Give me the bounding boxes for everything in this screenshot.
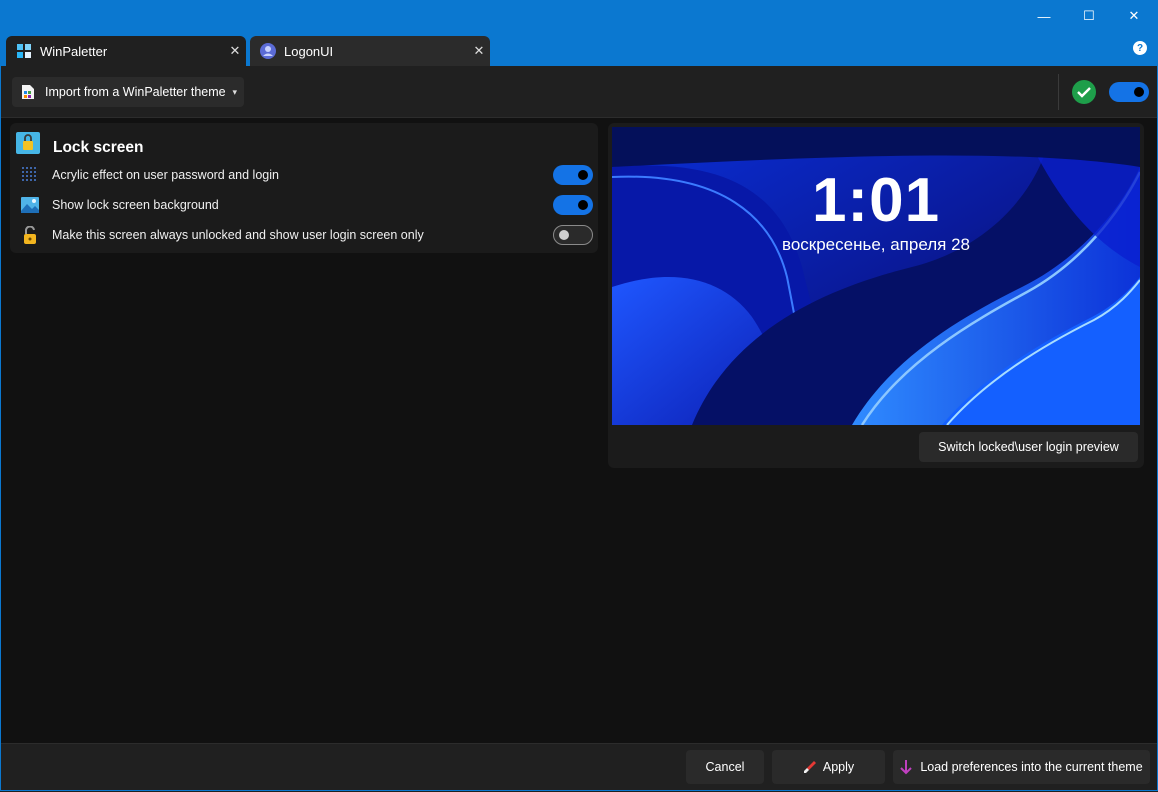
footer-bar: Cancel Apply Load preferences into the c… bbox=[0, 743, 1158, 792]
tab-logonui[interactable]: LogonUI ✕ bbox=[250, 36, 490, 66]
unlocked-padlock-icon bbox=[24, 226, 36, 244]
import-label: Import from a WinPaletter theme bbox=[45, 85, 226, 99]
apply-label: Apply bbox=[822, 760, 855, 774]
tab-label: WinPaletter bbox=[40, 43, 108, 59]
option-label: Show lock screen background bbox=[52, 198, 219, 212]
tab-winpaletter[interactable]: WinPaletter ✕ bbox=[6, 36, 246, 66]
brush-icon bbox=[803, 761, 816, 773]
maximize-button[interactable]: ☐ bbox=[1066, 4, 1112, 28]
option-label: Make this screen always unlocked and sho… bbox=[52, 228, 424, 242]
lock-screen-icon bbox=[16, 132, 40, 154]
option-row-unlocked: Make this screen always unlocked and sho… bbox=[10, 221, 598, 249]
switch-preview-button[interactable]: Switch locked\user login preview bbox=[919, 432, 1138, 462]
apply-button[interactable]: Apply bbox=[772, 750, 885, 784]
background-toggle[interactable] bbox=[553, 195, 593, 215]
unlocked-toggle[interactable] bbox=[553, 225, 593, 245]
minimize-icon: — bbox=[1037, 8, 1051, 24]
option-label: Acrylic effect on user password and logi… bbox=[52, 168, 279, 182]
tab-close-icon[interactable]: ✕ bbox=[468, 43, 490, 59]
check-icon bbox=[1072, 80, 1096, 104]
toolbar-divider bbox=[1058, 74, 1059, 110]
enable-toggle[interactable] bbox=[1109, 82, 1149, 102]
arrow-down-icon bbox=[900, 760, 913, 775]
tab-close-icon[interactable]: ✕ bbox=[224, 43, 246, 59]
lock-screen-preview: 1:01 воскресенье, апреля 28 bbox=[612, 127, 1140, 425]
user-icon bbox=[260, 43, 276, 59]
image-icon bbox=[21, 197, 39, 213]
option-row-acrylic: Acrylic effect on user password and logi… bbox=[10, 161, 598, 189]
cancel-label: Cancel bbox=[705, 760, 745, 774]
minimize-button[interactable]: — bbox=[1021, 4, 1067, 28]
acrylic-toggle[interactable] bbox=[553, 165, 593, 185]
cancel-button[interactable]: Cancel bbox=[686, 750, 764, 784]
preview-clock: 1:01 bbox=[811, 166, 941, 235]
close-window-button[interactable]: ✕ bbox=[1111, 4, 1157, 28]
lock-screen-card: Lock screen Acrylic effect on user passw… bbox=[10, 123, 598, 253]
card-title: Lock screen bbox=[53, 139, 144, 156]
acrylic-dots-icon bbox=[22, 167, 36, 181]
title-bar: — ☐ ✕ WinPaletter ✕ LogonUI ✕ ? bbox=[0, 0, 1158, 66]
winpaletter-icon bbox=[17, 44, 31, 58]
toolbar: Import from a WinPaletter theme ▾ bbox=[0, 66, 1158, 118]
document-icon bbox=[22, 85, 34, 99]
import-theme-button[interactable]: Import from a WinPaletter theme ▾ bbox=[12, 77, 244, 107]
option-row-background: Show lock screen background bbox=[10, 191, 598, 219]
main-content: Lock screen Acrylic effect on user passw… bbox=[0, 118, 1158, 743]
help-icon[interactable]: ? bbox=[1133, 41, 1147, 55]
chevron-down-icon: ▾ bbox=[232, 86, 237, 97]
load-preferences-button[interactable]: Load preferences into the current theme bbox=[893, 750, 1150, 784]
close-icon: ✕ bbox=[1128, 8, 1140, 23]
maximize-icon: ☐ bbox=[1083, 8, 1095, 23]
lock-screen-preview-card: 1:01 воскресенье, апреля 28 Switch locke… bbox=[608, 123, 1144, 468]
tab-label: LogonUI bbox=[284, 43, 334, 59]
preview-date: воскресенье, апреля 28 bbox=[781, 235, 970, 254]
load-label: Load preferences into the current theme bbox=[920, 760, 1143, 774]
